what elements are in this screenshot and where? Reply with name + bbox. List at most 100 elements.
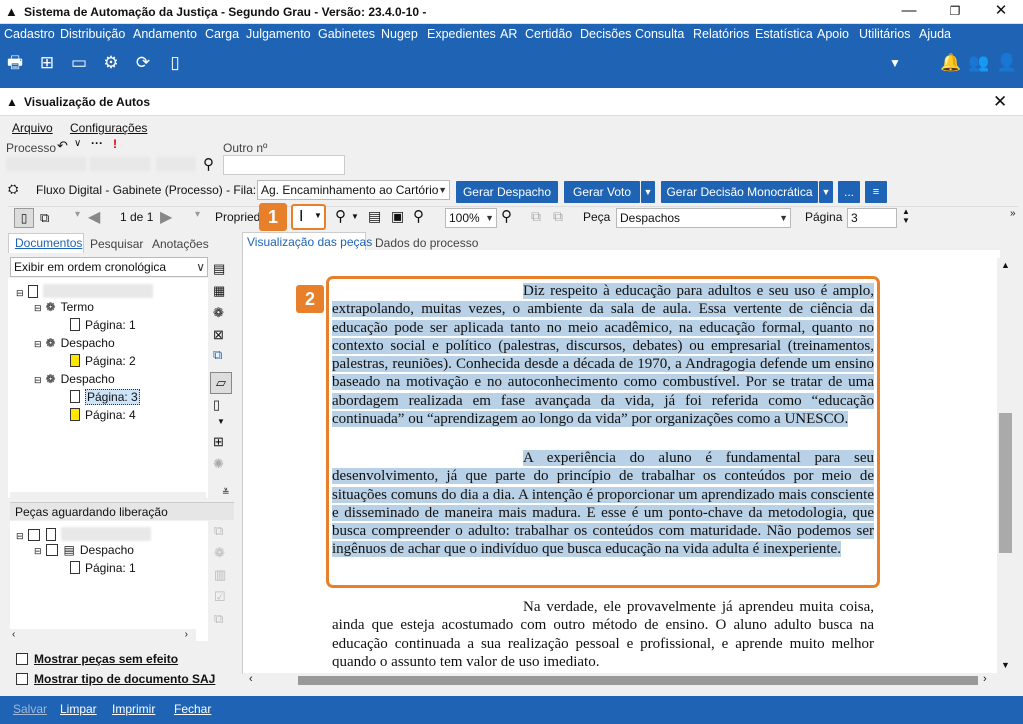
bookmark-icon[interactable]: ▱ (210, 372, 232, 394)
menu-ajuda[interactable]: Ajuda (919, 27, 951, 41)
dropdown-icon[interactable]: ▼ (884, 52, 906, 74)
search-icon[interactable]: ⚲ (203, 155, 214, 173)
menu-ar[interactable]: AR (500, 27, 517, 41)
gerar-decisao-button[interactable]: Gerar Decisão Monocrática (661, 181, 818, 203)
scroll-right-icon[interactable]: › (185, 629, 188, 640)
tree-termo[interactable]: ⊟ ❁ Termo (34, 300, 94, 314)
user-settings-icon[interactable]: ⚙ (100, 52, 122, 74)
fechar-button[interactable]: Fechar (174, 702, 211, 716)
checkbox[interactable] (16, 653, 28, 665)
processo-number-field-3[interactable] (156, 157, 196, 171)
page-copy-icon[interactable]: ⧉ (40, 210, 49, 226)
menu-gabinetes[interactable]: Gabinetes (318, 27, 375, 41)
text-select-tool-highlight[interactable]: I ▼ (291, 204, 326, 230)
menu-decisoes[interactable]: Decisões (580, 27, 631, 41)
tab-documentos[interactable]: Documentos (15, 236, 82, 250)
tab-dados-processo[interactable]: Dados do processo (375, 236, 478, 250)
close-icon[interactable]: ✕ (993, 92, 1007, 112)
menu-arquivo[interactable]: Arquivo (12, 121, 53, 135)
tree-page-2[interactable]: Página: 2 (70, 354, 136, 368)
document-r-icon[interactable]: ▯ (164, 52, 186, 74)
checkbox[interactable] (45, 544, 58, 556)
tab-visualizacao-pecas[interactable]: Visualização das peças (247, 235, 372, 249)
sem-efeito-checkbox[interactable]: Mostrar peças sem efeito (16, 652, 178, 666)
doc-move-icon[interactable]: ⧉ (213, 347, 222, 363)
pending-scrollbar[interactable]: ‹ › (10, 629, 196, 643)
menu-certidao[interactable]: Certidão (525, 27, 572, 41)
org-chart-icon[interactable]: ⊞ (36, 52, 58, 74)
salvar-button[interactable]: Salvar (13, 702, 47, 716)
tab-anotacoes[interactable]: Anotações (152, 237, 209, 251)
menu-apoio[interactable]: Apoio (817, 27, 849, 41)
first-page-icon[interactable]: ▾ (75, 209, 80, 220)
export-icon[interactable]: ⧉ (531, 208, 541, 225)
prev-page-icon[interactable]: ◀ (88, 207, 100, 227)
processo-number-field-2[interactable] (90, 157, 150, 171)
tree-root[interactable]: ⊟ (16, 282, 153, 299)
close-icon[interactable]: ✕ (978, 0, 1023, 24)
menu-configuracoes[interactable]: Configurações (70, 121, 147, 135)
scroll-left-icon[interactable]: ‹ (12, 629, 15, 640)
gerar-voto-dropdown[interactable]: ▼ (641, 181, 655, 203)
collapse-icon[interactable]: ⊟ (16, 531, 24, 541)
menu-consulta[interactable]: Consulta (635, 27, 684, 41)
doc-stack-icon[interactable]: ▦ (213, 283, 225, 299)
printer-icon[interactable]: 🖶 (4, 52, 26, 74)
scroll-up-icon[interactable]: ▲ (1001, 260, 1010, 270)
refresh-doc-icon[interactable]: ⟳ (132, 52, 154, 74)
limpar-button[interactable]: Limpar (60, 702, 97, 716)
tree-despacho-2[interactable]: ⊟ ❁ Despacho (34, 372, 115, 386)
restore-icon[interactable]: ❐ (932, 0, 978, 24)
undo-icon[interactable]: ↶ (57, 138, 68, 154)
stamp-doc-icon[interactable]: ❁ (213, 305, 224, 321)
gerar-decisao-dropdown[interactable]: ▼ (819, 181, 833, 203)
more-icon[interactable]: ··· (91, 136, 103, 150)
menu-relatorios[interactable]: Relatórios (693, 27, 749, 41)
peca-select[interactable]: Despachos ▼ (616, 208, 791, 228)
collapse-icon[interactable]: ⊟ (34, 375, 42, 385)
more-actions-button[interactable]: ... (838, 181, 860, 203)
trash-icon[interactable]: ▥ (214, 567, 226, 583)
tab-pesquisar[interactable]: Pesquisar (90, 237, 143, 251)
user-swap-icon[interactable]: 👤 (996, 52, 1018, 74)
scroll-thumb[interactable] (298, 676, 978, 685)
pending-despacho[interactable]: ⊟ ▤ Despacho (34, 543, 134, 557)
menu-expedientes[interactable]: Expedientes (427, 27, 496, 41)
zoom-out-icon[interactable]: ⚲ (413, 207, 424, 225)
outro-numero-input[interactable] (223, 155, 345, 175)
chevron-down-icon[interactable]: ∨ (74, 138, 81, 149)
doc-remove-icon[interactable]: ⊠ (213, 327, 224, 343)
select-page-icon[interactable]: ▯ (14, 208, 34, 228)
doc-list-icon[interactable]: ▤ (213, 261, 225, 277)
menu-utilitarios[interactable]: Utilitários (859, 27, 910, 41)
scroll-right-icon[interactable]: › (983, 673, 987, 685)
checkbox[interactable] (27, 529, 40, 541)
collapse-icon[interactable]: ⊟ (34, 339, 42, 349)
expand-icon[interactable]: ≡ (865, 181, 887, 203)
pagina-input[interactable]: 3 (847, 208, 897, 228)
tree-page-1[interactable]: Página: 1 (70, 318, 136, 332)
fila-select[interactable]: Ag. Encaminhamento ao Cartório ▼ (257, 180, 450, 200)
add-doc-icon[interactable]: ⊞ (213, 434, 224, 450)
viewer-vertical-scrollbar[interactable]: ▲ ▼ (997, 258, 1014, 676)
last-page-icon[interactable]: ▾ (195, 209, 200, 220)
doc-edit-icon[interactable]: ▯ (213, 397, 220, 413)
viewer-horizontal-scrollbar[interactable]: ‹ › (243, 673, 997, 688)
notification-bell-icon[interactable]: 🔔 (940, 52, 962, 74)
tipo-doc-checkbox[interactable]: Mostrar tipo de documento SAJ (16, 672, 215, 686)
zoom-search-icon[interactable]: ⚲ (335, 207, 346, 225)
menu-julgamento[interactable]: Julgamento (246, 27, 311, 41)
collapse-icon[interactable]: ⊟ (34, 303, 42, 313)
tree-scrollbar[interactable] (10, 492, 206, 500)
menu-estatistica[interactable]: Estatística (755, 27, 813, 41)
expand-down-icon[interactable]: ≚ (222, 487, 230, 498)
chevron-down-icon[interactable]: ▼ (217, 417, 225, 426)
menu-nugep[interactable]: Nugep (381, 27, 418, 41)
gerar-voto-button[interactable]: Gerar Voto (564, 181, 640, 203)
approve-icon[interactable]: ☑ (214, 589, 226, 605)
next-page-icon[interactable]: ▶ (160, 207, 172, 227)
collapse-icon[interactable]: ⊟ (34, 546, 42, 556)
folder-icon[interactable]: ▭ (68, 52, 90, 74)
propriedades-button[interactable]: Propried (215, 210, 260, 224)
users-icon[interactable]: 👥 (968, 52, 990, 74)
